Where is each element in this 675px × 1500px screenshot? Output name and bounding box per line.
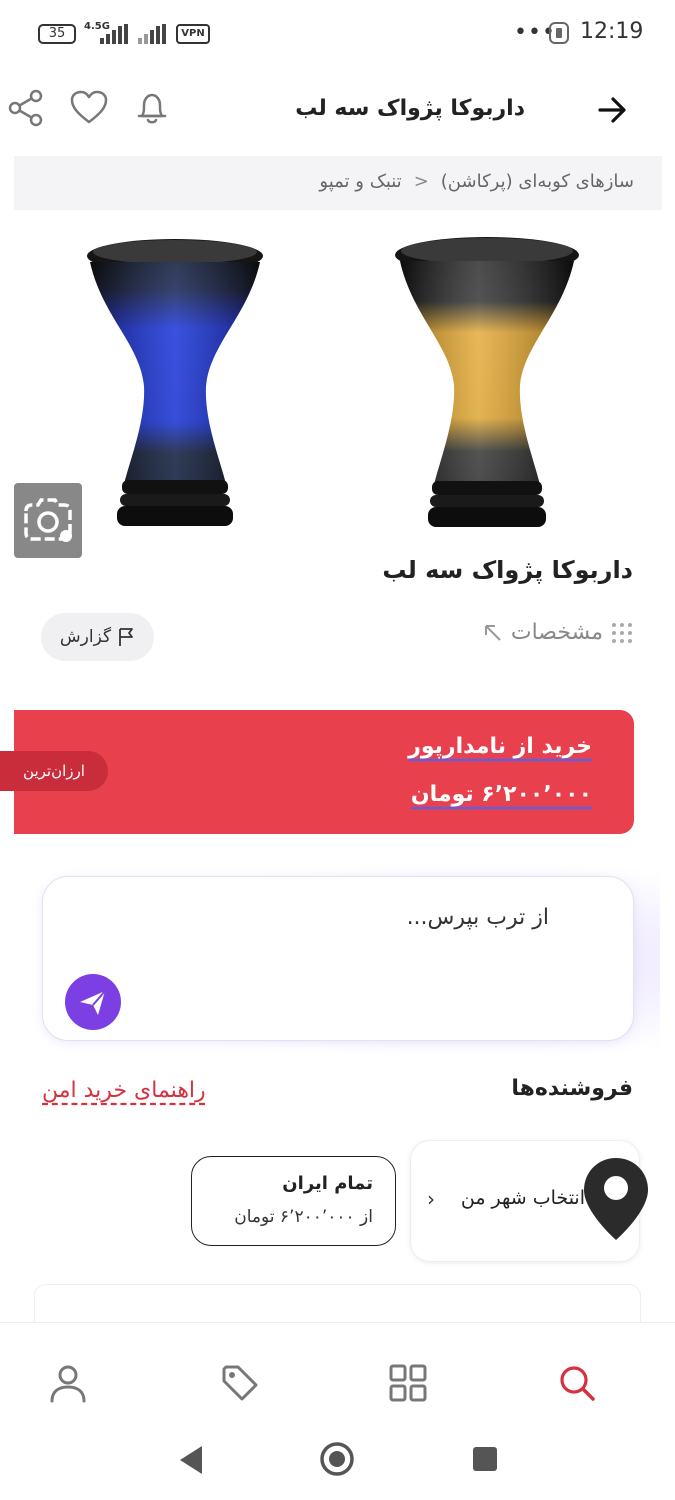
clock: 12:19	[580, 19, 644, 44]
region-price: از ۶٬۲۰۰٬۰۰۰ تومان	[234, 1207, 373, 1227]
signal-icon-2	[138, 24, 168, 44]
send-button[interactable]	[65, 974, 121, 1030]
breadcrumb-item-percussion[interactable]: سازهای کوبه‌ای (پرکاشن)	[441, 171, 634, 192]
home-circle-icon[interactable]	[318, 1440, 356, 1478]
signal-icon	[100, 24, 130, 44]
ask-placeholder: از ترب بپرس...	[406, 905, 549, 930]
sellers-heading: فروشنده‌ها	[511, 1076, 633, 1101]
product-image-gold[interactable]	[392, 235, 582, 530]
breadcrumb-separator: <	[413, 171, 429, 192]
buy-price: ۶٬۲۰۰٬۰۰۰ تومان	[410, 782, 592, 807]
bottom-nav	[0, 1322, 675, 1422]
share-icon[interactable]	[4, 86, 48, 130]
arrow-right-icon[interactable]	[592, 90, 632, 130]
cheapest-badge: ارزان‌ترین	[0, 751, 108, 791]
breadcrumb-item-tombak[interactable]: تنبک و تمپو	[319, 171, 401, 192]
back-triangle-icon[interactable]	[174, 1442, 206, 1478]
user-icon[interactable]	[46, 1361, 90, 1405]
report-button[interactable]: گزارش	[41, 613, 154, 661]
grid-dots-icon	[612, 622, 632, 643]
specs-label: مشخصات	[510, 620, 603, 645]
camera-search-button[interactable]	[14, 483, 82, 558]
vpn-badge: VPN	[176, 24, 210, 44]
app-header: داربوکا پژواک سه لب	[0, 68, 675, 156]
product-image-blue[interactable]	[84, 238, 266, 528]
system-nav-bar	[0, 1422, 675, 1500]
status-bar: 35 4.5G VPN ••• 12:19	[0, 0, 675, 68]
bell-icon[interactable]	[130, 86, 174, 130]
header-title: داربوکا پژواک سه لب	[295, 96, 525, 121]
chevron-left-icon: ›	[427, 1187, 435, 1211]
region-filter-iran[interactable]: تمام ایران از ۶٬۲۰۰٬۰۰۰ تومان	[191, 1156, 396, 1246]
location-pin-icon[interactable]	[580, 1154, 652, 1244]
buy-seller-link[interactable]: خرید از نامدارپور	[408, 734, 592, 759]
breadcrumb: سازهای کوبه‌ای (پرکاشن) < تنبک و تمپو	[14, 156, 662, 210]
specs-link[interactable]: مشخصات	[483, 620, 633, 645]
region-title: تمام ایران	[282, 1173, 373, 1194]
city-select-label: انتخاب شهر من	[460, 1187, 585, 1209]
sim-icon	[549, 22, 569, 44]
heart-icon[interactable]	[67, 86, 111, 130]
camera-icon	[24, 498, 72, 542]
flag-icon	[119, 628, 133, 646]
battery-indicator: 35	[38, 24, 76, 44]
recents-square-icon[interactable]	[470, 1444, 500, 1474]
report-label: گزارش	[59, 627, 112, 647]
product-title: داربوکا پژواک سه لب	[382, 556, 633, 584]
tag-icon[interactable]	[218, 1361, 262, 1405]
send-icon	[80, 990, 106, 1015]
grid-icon[interactable]	[386, 1361, 430, 1405]
search-icon[interactable]	[555, 1361, 599, 1405]
ask-torob-input[interactable]: از ترب بپرس...	[42, 876, 634, 1041]
arrow-up-left-icon	[484, 624, 501, 641]
safe-purchase-guide-link[interactable]: راهنمای خرید امن	[42, 1078, 206, 1103]
